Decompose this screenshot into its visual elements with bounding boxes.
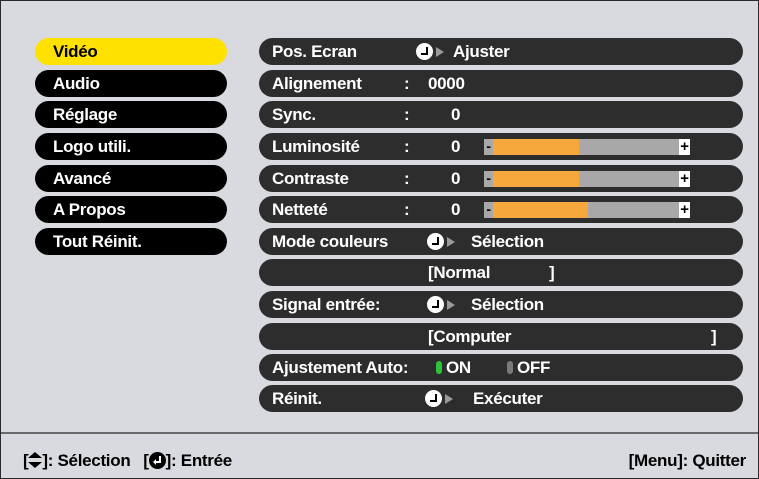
current-signal-open: [Computer — [428, 327, 512, 346]
setting-mode-couleurs[interactable]: Mode couleurs Sélection — [259, 228, 743, 255]
setting-pos-ecran[interactable]: Pos. Ecran Ajuster — [259, 38, 743, 65]
enter-icon — [427, 233, 444, 250]
slider-plus: + — [679, 201, 690, 218]
luminosite-slider[interactable]: - + — [484, 139, 690, 155]
hint-enter-close: ]: Entrée — [165, 451, 233, 470]
setting-action: Sélection — [471, 232, 544, 251]
option-on[interactable]: ON — [446, 354, 471, 381]
setting-ajustement-auto[interactable]: Ajustement Auto: ON OFF — [259, 354, 743, 381]
setting-value: 0 — [451, 200, 461, 219]
option-off[interactable]: OFF — [517, 354, 550, 381]
setting-value: 0 — [451, 105, 461, 124]
setting-reinit[interactable]: Réinit. Exécuter — [259, 385, 743, 412]
setting-label: Signal entrée: — [272, 295, 381, 314]
toggle-on-icon[interactable] — [436, 361, 442, 374]
setting-luminosite[interactable]: Luminosité : 0 - + — [259, 133, 743, 160]
contraste-slider[interactable]: - + — [484, 171, 690, 187]
setting-alignement[interactable]: Alignement : 0000 — [259, 70, 743, 97]
setting-action: Exécuter — [473, 389, 543, 408]
menu-item-avance[interactable]: Avancé — [35, 165, 227, 192]
setting-nettete[interactable]: Netteté : 0 - + — [259, 196, 743, 223]
enter-icon — [425, 390, 442, 407]
setting-label: Pos. Ecran — [272, 42, 357, 61]
arrow-right-icon — [447, 300, 455, 310]
slider-plus: + — [679, 170, 690, 187]
hint-quit[interactable]: [Menu]: Quitter — [629, 451, 747, 471]
arrow-right-icon — [445, 394, 453, 404]
setting-colon: : — [404, 169, 410, 188]
setting-signal-entree-value[interactable]: [Computer ] — [259, 323, 743, 350]
projector-menu-screen: Vidéo Audio Réglage Logo utili. Avancé A… — [0, 0, 759, 479]
current-mode-close: ] — [549, 263, 555, 282]
setting-signal-entree[interactable]: Signal entrée: Sélection — [259, 291, 743, 318]
menu-item-a-propos[interactable]: A Propos — [35, 196, 227, 223]
enter-icon — [416, 43, 433, 60]
footer-hints: []: Sélection []: Entrée — [23, 451, 232, 471]
menu-item-video[interactable]: Vidéo — [35, 38, 227, 65]
setting-label: Ajustement Auto: — [272, 358, 409, 377]
toggle-off-icon[interactable] — [507, 361, 513, 374]
setting-colon: : — [404, 137, 410, 156]
setting-value: 0 — [451, 169, 461, 188]
setting-label: Réinit. — [272, 389, 322, 408]
setting-label: Alignement — [272, 74, 362, 93]
setting-value: 0000 — [428, 74, 465, 93]
setting-action: Sélection — [471, 295, 544, 314]
enter-icon — [148, 452, 166, 469]
slider-plus: + — [679, 138, 690, 155]
setting-label: Netteté — [272, 200, 328, 219]
up-down-arrow-icon — [28, 452, 43, 468]
arrow-right-icon — [447, 237, 455, 247]
menu-item-reglage[interactable]: Réglage — [35, 101, 227, 128]
slider-minus: - — [486, 201, 491, 217]
current-mode-open: [Normal — [428, 263, 491, 282]
slider-fill — [493, 171, 579, 187]
slider-minus: - — [486, 170, 491, 186]
slider-minus: - — [486, 138, 491, 154]
setting-colon: : — [404, 105, 410, 124]
current-signal-close: ] — [711, 327, 717, 346]
menu-item-logo-utili[interactable]: Logo utili. — [35, 133, 227, 160]
setting-contraste[interactable]: Contraste : 0 - + — [259, 165, 743, 192]
setting-colon: : — [404, 200, 410, 219]
slider-fill — [493, 139, 579, 155]
hint-select-close: ]: Sélection — [42, 451, 131, 470]
setting-label: Mode couleurs — [272, 232, 389, 251]
setting-label: Luminosité — [272, 137, 360, 156]
setting-label: Contraste — [272, 169, 349, 188]
setting-action: Ajuster — [453, 42, 510, 61]
setting-mode-couleurs-value[interactable]: [Normal ] — [259, 259, 743, 286]
setting-sync[interactable]: Sync. : 0 — [259, 101, 743, 128]
setting-colon: : — [404, 74, 410, 93]
arrow-right-icon — [436, 47, 444, 57]
menu-item-audio[interactable]: Audio — [35, 70, 227, 97]
slider-fill — [493, 202, 588, 218]
enter-icon — [427, 296, 444, 313]
menu-item-tout-reinit[interactable]: Tout Réinit. — [35, 228, 227, 255]
setting-label: Sync. — [272, 105, 316, 124]
setting-value: 0 — [451, 137, 461, 156]
nettete-slider[interactable]: - + — [484, 202, 690, 218]
